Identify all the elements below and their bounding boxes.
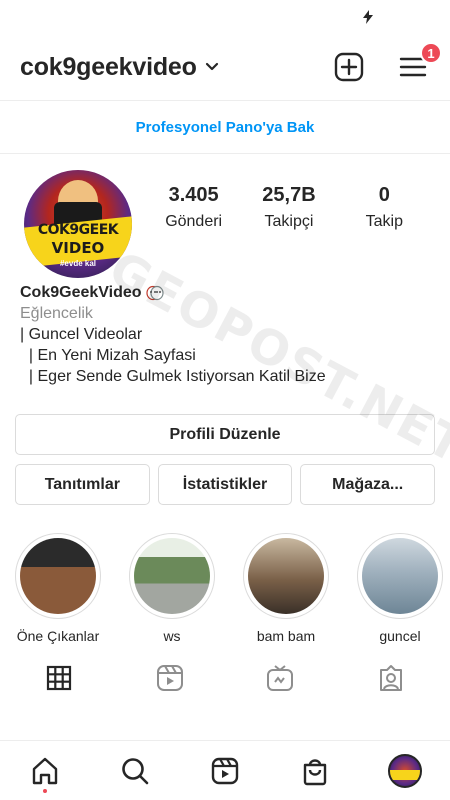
stat-value: 25,7B (262, 184, 316, 206)
stat-following[interactable]: 0 Takip (349, 184, 419, 231)
nav-shop[interactable] (293, 749, 337, 793)
highlight-thumbnail (362, 538, 438, 614)
theater-masks-icon (145, 285, 164, 300)
reels-icon (156, 665, 183, 691)
status-bar (0, 0, 450, 34)
chevron-down-icon (205, 62, 218, 71)
nav-profile[interactable] (383, 749, 427, 793)
avatar-band (390, 769, 420, 780)
profile-avatar-small (388, 753, 422, 788)
avatar-text-line2: VIDEO (51, 239, 105, 257)
stat-value: 3.405 (168, 184, 219, 206)
stat-label: Takip (365, 213, 403, 230)
account-switcher[interactable]: cok9geekvideo (20, 53, 219, 82)
notification-badge: 1 (420, 42, 442, 64)
igtv-icon (267, 665, 294, 691)
highlight-item[interactable]: guncel (357, 533, 443, 644)
highlight-item[interactable]: ws (129, 533, 215, 644)
bottom-navigation (0, 740, 450, 800)
notification-dot (43, 788, 47, 793)
shopping-bag-icon (303, 758, 327, 785)
edit-profile-button[interactable]: Profili Düzenle (15, 414, 435, 455)
story-highlights: Öne Çıkanlar ws bam bam guncel (0, 533, 450, 644)
tab-igtv[interactable] (264, 662, 296, 694)
edit-profile-row: Profili Düzenle (0, 414, 450, 455)
username: cok9geekvideo (20, 52, 197, 81)
top-bar: cok9geekvideo 1 (0, 34, 450, 100)
tab-reels[interactable] (154, 662, 186, 694)
highlight-thumbnail (248, 538, 324, 614)
highlight-label: Öne Çıkanlar (16, 628, 100, 644)
stat-posts[interactable]: 3.405 Gönderi (159, 184, 229, 231)
highlight-item[interactable]: Öne Çıkanlar (15, 533, 101, 644)
highlight-ring (243, 533, 329, 619)
profile-avatar[interactable]: COK9GEEK VIDEO #evde kal (24, 170, 132, 278)
stat-value: 0 (378, 184, 390, 206)
profile-bio: Cok9GeekVideo Eğlencelik | Guncel Videol… (0, 282, 450, 387)
insights-button[interactable]: İstatistikler (157, 464, 293, 505)
nav-search[interactable] (113, 749, 157, 793)
highlight-label: ws (163, 628, 181, 644)
highlight-thumbnail (134, 538, 210, 614)
profile-header: COK9GEEK VIDEO #evde kal 3.405 Gönderi 2… (0, 154, 450, 280)
bio-line: | Guncel Videolar (20, 326, 143, 343)
stat-label: Gönderi (165, 213, 223, 230)
tab-tagged[interactable] (375, 662, 407, 694)
nav-home[interactable] (23, 749, 67, 793)
highlight-ring (15, 533, 101, 619)
highlight-ring (357, 533, 443, 619)
shop-button[interactable]: Mağaza... (300, 464, 436, 505)
plus-square-icon (334, 52, 364, 82)
new-post-button[interactable] (334, 52, 364, 82)
bio-category: Eğlencelik (20, 305, 93, 322)
bio-line: | Eger Sende Gulmek Istiyorsan Katil Biz… (20, 368, 326, 385)
grid-icon (47, 665, 72, 691)
stat-label: Takipçi (264, 213, 314, 230)
bio-name: Cok9GeekVideo (20, 284, 142, 301)
highlight-item[interactable]: bam bam (243, 533, 329, 644)
highlight-ring (129, 533, 215, 619)
tagged-user-icon (379, 665, 402, 691)
nav-reels[interactable] (203, 749, 247, 793)
home-icon (32, 757, 58, 784)
top-actions: 1 (334, 42, 442, 82)
profile-action-buttons: Tanıtımlar İstatistikler Mağaza... (0, 464, 450, 505)
flash-icon (363, 10, 373, 24)
bio-name-row: Cok9GeekVideo (20, 282, 430, 303)
highlight-label: guncel (379, 628, 421, 644)
tab-posts-grid[interactable] (43, 662, 75, 694)
profile-stats: 3.405 Gönderi 25,7B Takipçi 0 Takip (132, 184, 432, 231)
search-icon (122, 757, 149, 784)
reels-icon (211, 757, 239, 784)
stat-followers[interactable]: 25,7B Takipçi (254, 184, 324, 231)
promotions-button[interactable]: Tanıtımlar (15, 464, 150, 505)
highlight-label: bam bam (256, 628, 316, 644)
avatar-text-line3: #evde kal (59, 259, 97, 268)
menu-button[interactable]: 1 (398, 42, 442, 82)
profile-tabs (0, 660, 450, 696)
avatar-text-line1: COK9GEEK (37, 222, 119, 238)
bio-line: | En Yeni Mizah Sayfasi (20, 347, 196, 364)
highlight-thumbnail (20, 538, 96, 614)
professional-dashboard-link[interactable]: Profesyonel Pano'ya Bak (0, 100, 450, 154)
